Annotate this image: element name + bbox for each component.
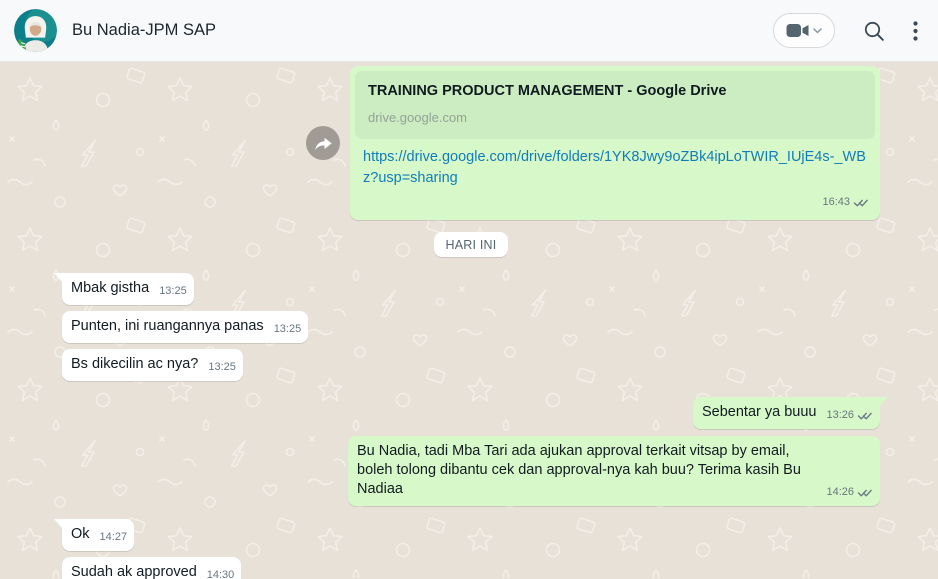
message-row: Bs dikecilin ac nya? 13:25 — [62, 349, 880, 381]
contact-info[interactable]: Bu Nadia-JPM SAP — [14, 9, 216, 52]
chevron-down-icon — [813, 28, 822, 34]
delivered-ticks-icon — [857, 410, 873, 421]
video-camera-icon — [786, 23, 809, 38]
message-text: Mbak gistha — [71, 279, 149, 298]
incoming-message-bubble[interactable]: Punten, ini ruangannya panas 13:25 — [62, 311, 308, 343]
video-call-button[interactable] — [773, 13, 835, 48]
message-time: 13:25 — [208, 358, 236, 377]
incoming-message-bubble[interactable]: Mbak gistha 13:25 — [62, 273, 194, 305]
message-text: Bs dikecilin ac nya? — [71, 355, 198, 374]
header-actions — [773, 13, 918, 48]
date-divider-row: HARI INI — [62, 232, 880, 257]
outgoing-message-bubble[interactable]: Bu Nadia, tadi Mba Tari ada ajukan appro… — [348, 436, 880, 506]
message-time: 13:25 — [274, 320, 302, 339]
outgoing-message-bubble[interactable]: Sebentar ya buuu 13:26 — [693, 397, 880, 429]
chat-header: Bu Nadia-JPM SAP — [0, 0, 938, 62]
incoming-message-bubble[interactable]: Bs dikecilin ac nya? 13:25 — [62, 349, 243, 381]
message-text: Ok — [71, 525, 90, 544]
message-row: Sebentar ya buuu 13:26 — [62, 397, 880, 429]
kebab-menu-icon — [913, 21, 918, 41]
message-time: 14:26 — [826, 483, 854, 502]
message-time: 13:25 — [159, 282, 187, 301]
message-text: Sudah ak approved — [71, 563, 197, 579]
message-row: TRAINING PRODUCT MANAGEMENT - Google Dri… — [62, 66, 880, 220]
message-row: Mbak gistha 13:25 — [62, 273, 880, 305]
message-row: Sudah ak approved 14:30 — [62, 557, 880, 579]
incoming-message-bubble[interactable]: Sudah ak approved 14:30 — [62, 557, 241, 579]
delivered-ticks-icon — [857, 487, 873, 498]
outgoing-link-message[interactable]: TRAINING PRODUCT MANAGEMENT - Google Dri… — [350, 66, 880, 220]
message-time: 13:26 — [826, 406, 854, 425]
message-text: Bu Nadia, tadi Mba Tari ada ajukan appro… — [357, 442, 816, 499]
message-time: 14:30 — [207, 566, 235, 579]
message-row: Punten, ini ruangannya panas 13:25 — [62, 311, 880, 343]
message-text: Punten, ini ruangannya panas — [71, 317, 264, 336]
menu-button[interactable] — [913, 21, 918, 41]
incoming-message-bubble[interactable]: Ok 14:27 — [62, 519, 134, 551]
message-time: 14:27 — [100, 528, 128, 547]
conversation-panel: TRAINING PRODUCT MANAGEMENT - Google Dri… — [0, 62, 938, 578]
search-button[interactable] — [863, 20, 885, 42]
message-link[interactable]: https://drive.google.com/drive/folders/1… — [355, 139, 875, 193]
contact-name[interactable]: Bu Nadia-JPM SAP — [72, 21, 216, 40]
contact-avatar[interactable] — [14, 9, 57, 52]
message-row: Bu Nadia, tadi Mba Tari ada ajukan appro… — [62, 436, 880, 506]
message-meta: 14:26 — [826, 483, 873, 502]
forward-arrow-icon — [313, 134, 333, 153]
message-text: Sebentar ya buuu — [702, 403, 816, 422]
link-preview-card[interactable]: TRAINING PRODUCT MANAGEMENT - Google Dri… — [355, 71, 875, 139]
avatar-image — [14, 9, 57, 52]
date-divider: HARI INI — [434, 232, 509, 257]
search-icon — [863, 20, 885, 42]
delivered-ticks-icon — [853, 197, 869, 208]
message-meta: 13:26 — [826, 406, 873, 425]
link-preview-title: TRAINING PRODUCT MANAGEMENT - Google Dri… — [368, 82, 862, 101]
forward-button[interactable] — [306, 126, 340, 160]
message-row: Ok 14:27 — [62, 519, 880, 551]
message-meta: 16:43 — [355, 193, 875, 215]
link-preview-domain: drive.google.com — [368, 108, 862, 127]
message-time: 16:43 — [822, 193, 850, 212]
